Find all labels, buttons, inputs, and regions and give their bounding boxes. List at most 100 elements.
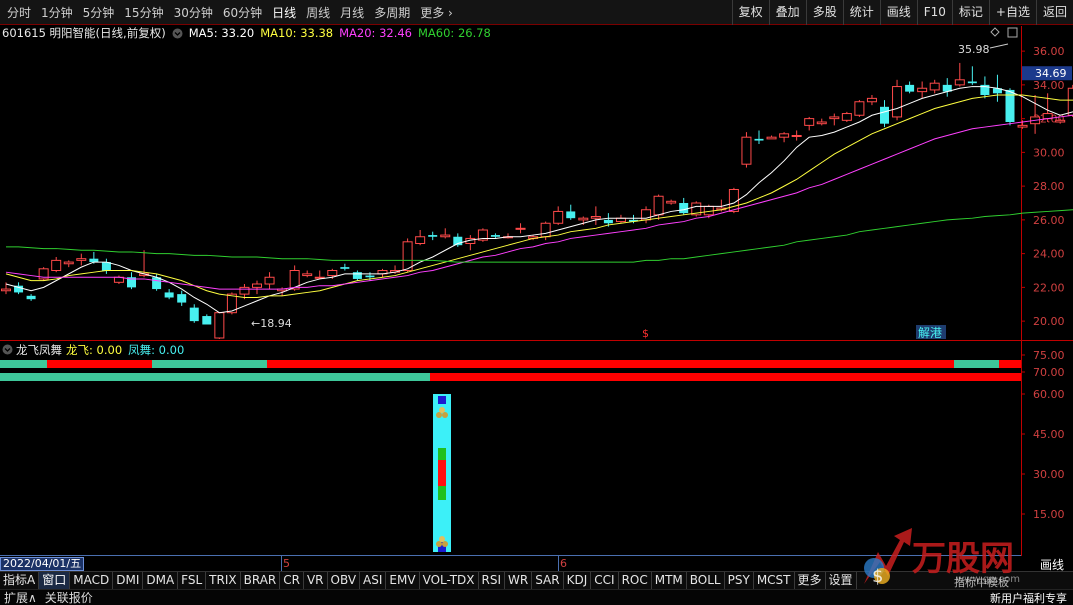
candle-up bbox=[816, 121, 827, 125]
watermark-template-text: 指标中模板 bbox=[954, 575, 1009, 589]
indicator-tab[interactable]: EMV bbox=[386, 572, 420, 589]
indicator-tab[interactable]: FSL bbox=[178, 572, 207, 589]
candle-up bbox=[1067, 87, 1073, 116]
indicator-tab[interactable]: VOL-TDX bbox=[420, 572, 479, 589]
indicator-tab[interactable]: ROC bbox=[619, 572, 652, 589]
y2-tick-label: 60.00 bbox=[1033, 388, 1065, 401]
indicator-title-line: 龙飞凤舞 龙飞: 0.00 凤舞: 0.00 bbox=[0, 342, 184, 357]
candle-up bbox=[1, 288, 11, 292]
signal-strip-1-segment bbox=[999, 360, 1021, 368]
candle-up bbox=[51, 259, 62, 271]
gold-coin-icon bbox=[439, 407, 445, 413]
indicator-tab[interactable]: DMA bbox=[143, 572, 179, 589]
candle-up bbox=[440, 234, 451, 238]
toolbar-button[interactable]: 画线 bbox=[879, 0, 917, 25]
candle-up bbox=[892, 86, 903, 118]
indicator-tab[interactable]: WR bbox=[505, 572, 533, 589]
indicator-tab[interactable]: 指标A bbox=[0, 572, 40, 589]
toolbar-button[interactable]: 返回 bbox=[1035, 0, 1073, 25]
candle-up bbox=[578, 217, 589, 221]
indicator-tab[interactable]: KDJ bbox=[564, 572, 592, 589]
indicator-tab[interactable]: CR bbox=[280, 572, 304, 589]
candle-up bbox=[553, 210, 564, 224]
indicator-tab[interactable]: DMI bbox=[113, 572, 144, 589]
period-tab[interactable]: 月线 bbox=[335, 4, 369, 21]
toolbar-button[interactable]: 复权 bbox=[731, 0, 769, 25]
period-tab[interactable]: 60分钟 bbox=[218, 4, 267, 21]
toolbar-right: 复权 叠加 多股 统计 画线 F10 标记 +自选 返回 bbox=[731, 0, 1073, 25]
indicator-tab[interactable]: MCST bbox=[754, 572, 795, 589]
signal-strip-1-segment bbox=[267, 360, 954, 368]
y-tick-label: 36.00 bbox=[1033, 45, 1065, 58]
indicator-tab[interactable]: ASI bbox=[360, 572, 387, 589]
gold-coin-icon bbox=[442, 412, 448, 418]
period-tab[interactable]: 1分钟 bbox=[36, 4, 78, 21]
signal-block-green-2 bbox=[438, 486, 446, 500]
indicator-name: 龙飞凤舞 bbox=[16, 342, 62, 357]
expand-button[interactable]: 扩展∧ bbox=[0, 589, 41, 605]
candle-up bbox=[515, 227, 526, 230]
candle-down bbox=[603, 219, 613, 224]
indicator-tab[interactable]: SAR bbox=[532, 572, 564, 589]
side-draw-label: 画线 bbox=[1040, 558, 1065, 572]
period-tab[interactable]: 多周期 bbox=[369, 4, 415, 21]
candle-up bbox=[841, 113, 852, 121]
ma10-value: MA10: 33.38 bbox=[260, 26, 334, 40]
indicator-tab[interactable]: BRAR bbox=[241, 572, 281, 589]
signal-block-red bbox=[438, 460, 446, 486]
indicator-tab[interactable]: PSY bbox=[725, 572, 754, 589]
gold-coin-icon bbox=[442, 541, 448, 547]
candle-down bbox=[490, 235, 500, 237]
indicator-tab[interactable]: 更多 bbox=[795, 572, 826, 589]
period-tab[interactable]: 周线 bbox=[301, 4, 335, 21]
toolbar-button[interactable]: +自选 bbox=[988, 0, 1036, 25]
watermark-logo: $ 万股网 www.gp.com 指标中模板 bbox=[856, 522, 1046, 592]
period-tab[interactable]: 5分钟 bbox=[78, 4, 120, 21]
y-tick-label: 20.00 bbox=[1033, 315, 1065, 328]
candle-down bbox=[340, 267, 350, 269]
toolbar-button[interactable]: 统计 bbox=[842, 0, 880, 25]
y-tick-label: 34.00 bbox=[1033, 79, 1065, 92]
indicator-tab[interactable]: 设置 bbox=[826, 572, 857, 589]
indicator-tab[interactable]: 窗口 bbox=[39, 572, 71, 589]
svg-text:$: $ bbox=[872, 566, 883, 587]
candle-up bbox=[327, 270, 338, 277]
low-price-label: ←18.94 bbox=[251, 317, 292, 330]
toolbar-button[interactable]: 多股 bbox=[805, 0, 843, 25]
period-tab[interactable]: 15分钟 bbox=[119, 4, 168, 21]
candle-up bbox=[917, 87, 928, 93]
signal-strip-2-segment bbox=[0, 373, 430, 381]
indicator-tab[interactable]: TRIX bbox=[206, 572, 241, 589]
toolbar-button[interactable]: 叠加 bbox=[768, 0, 806, 25]
candle-down bbox=[26, 295, 36, 300]
indicator-tab[interactable]: BOLL bbox=[687, 572, 725, 589]
candle-up bbox=[1017, 124, 1028, 128]
candle-up bbox=[779, 133, 790, 138]
stock-info-line: 601615 明阳智能(日线,前复权) MA5: 33.20 MA10: 33.… bbox=[0, 25, 1073, 41]
period-tab[interactable]: 分时 bbox=[2, 4, 36, 21]
indicator-tab[interactable]: MACD bbox=[70, 572, 114, 589]
candle-down bbox=[352, 272, 362, 279]
related-quote-button[interactable]: 关联报价 bbox=[41, 589, 97, 605]
indicator-tab[interactable]: MTM bbox=[652, 572, 687, 589]
period-tab[interactable]: 日线 bbox=[267, 4, 301, 21]
candle-up bbox=[854, 101, 865, 116]
more-periods-button[interactable]: 更多 › bbox=[415, 4, 458, 21]
stock-chart[interactable]: 36.0034.0032.0030.0028.0026.0024.0022.00… bbox=[0, 0, 1073, 605]
chevron-down-circle-icon[interactable] bbox=[2, 344, 13, 355]
y2-tick-label: 15.00 bbox=[1033, 508, 1065, 521]
ma-line-ma10 bbox=[5, 94, 1073, 298]
candle-down bbox=[880, 106, 889, 124]
period-tab[interactable]: 30分钟 bbox=[169, 4, 218, 21]
toolbar-button[interactable]: F10 bbox=[916, 0, 952, 25]
y-tick-label: 26.00 bbox=[1033, 214, 1065, 227]
indicator-tab[interactable]: CCI bbox=[591, 572, 619, 589]
indicator-tab[interactable]: RSI bbox=[479, 572, 506, 589]
chevron-down-circle-icon[interactable] bbox=[172, 28, 183, 39]
signal-block-blue-top bbox=[438, 396, 446, 404]
indicator-tab[interactable]: VR bbox=[304, 572, 328, 589]
chevron-right-icon: › bbox=[448, 5, 453, 20]
indicator-tab[interactable]: OBV bbox=[328, 572, 361, 589]
y-tick-label: 24.00 bbox=[1033, 248, 1065, 261]
toolbar-button[interactable]: 标记 bbox=[951, 0, 989, 25]
